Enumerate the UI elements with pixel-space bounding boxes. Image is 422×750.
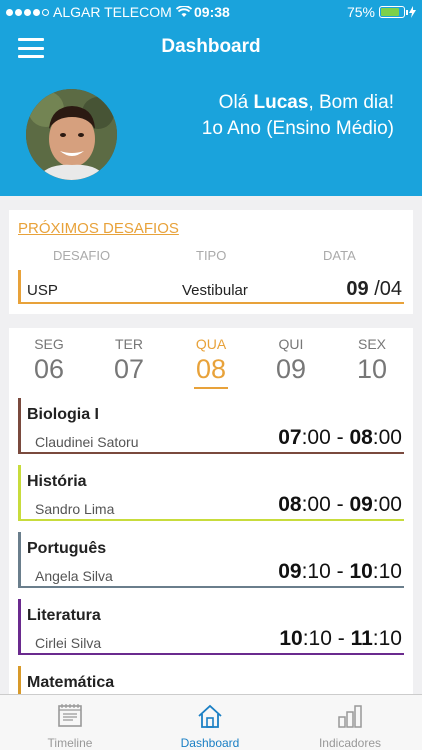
day-name: QUI [278,336,304,352]
end-minute: :00 [372,493,402,516]
end-minute: :10 [372,627,402,650]
time-separator: - [330,426,350,449]
schedule-card: SEG 06 TER 07 QUA 08 QUI 09 SEX 10 Biologia I… [9,328,413,728]
start-hour: 09 [278,560,302,583]
class-time: 09:10 - 10:10 [278,560,402,584]
class-teacher: Angela Silva [35,568,113,584]
end-hour: 11 [350,627,373,650]
weekday-selector: SEG 06 TER 07 QUA 08 QUI 09 SEX 10 [9,328,413,390]
day-name: TER [115,336,143,352]
day-qui[interactable]: QUI 09 [261,336,321,385]
day-number: 08 [194,354,228,389]
user-name: Lucas [253,92,309,113]
class-time: 07:00 - 08:00 [278,426,402,450]
tab-indicadores[interactable]: Indicadores [280,695,420,750]
time-separator: - [330,560,350,583]
class-subject: Biologia I [27,406,99,423]
day-number: 09 [275,354,307,384]
signal-icon [6,8,49,16]
start-minute: :00 [301,426,331,449]
day-sex[interactable]: SEX 10 [342,336,402,385]
tab-label: Indicadores [318,736,382,750]
class-item[interactable]: Biologia I Claudinei Satoru 07:00 - 08:0… [18,398,404,454]
battery-icon [379,6,408,18]
column-challenge: DESAFIO [53,248,111,263]
challenge-date: 09 /04 [346,278,402,301]
status-bar: ALGAR TELECOM 09:38 75% [0,0,422,24]
end-minute: :00 [372,426,402,449]
start-minute: :00 [301,493,331,516]
class-teacher: Cirlei Silva [35,635,102,651]
class-subject: Matemática [27,674,115,691]
day-number: 06 [33,354,65,384]
time-separator: - [331,627,351,650]
column-date: DATA [323,248,356,263]
charging-icon [409,6,416,18]
class-time: 08:00 - 09:00 [278,493,402,517]
class-teacher: Sandro Lima [35,501,115,517]
end-minute: :10 [372,560,402,583]
time-separator: - [330,493,350,516]
day-seg[interactable]: SEG 06 [19,336,79,385]
day-name: SEX [357,336,386,352]
class-subject: Literatura [27,607,101,624]
class-item[interactable]: História Sandro Lima 08:00 - 09:00 [18,465,404,521]
day-name: QUA [195,336,227,352]
start-minute: :10 [302,627,332,650]
class-item[interactable]: Português Angela Silva 09:10 - 10:10 [18,532,404,588]
tab-dashboard[interactable]: Dashboard [140,695,280,750]
class-item[interactable]: Literatura Cirlei Silva 10:10 - 11:10 [18,599,404,655]
avatar[interactable] [26,89,117,180]
app-header: ALGAR TELECOM 09:38 75% Dashboard Olá Lu… [0,0,422,196]
class-info: 1o Ano (Ensino Médio) [201,118,394,139]
end-hour: 08 [349,426,373,449]
start-hour: 08 [278,493,302,516]
tab-label: Dashboard [180,736,240,750]
home-icon [198,704,222,728]
end-hour: 09 [349,493,373,516]
challenges-title[interactable]: PRÓXIMOS DESAFIOS [18,220,179,237]
challenge-name: USP [27,282,58,299]
class-subject: História [27,473,87,490]
challenges-card: PRÓXIMOS DESAFIOS DESAFIO TIPO DATA USP … [9,210,413,314]
tab-label: Timeline [47,736,93,750]
greeting-line: Olá Lucas, Bom dia! [202,90,394,116]
day-number: 10 [356,354,388,384]
class-subject: Português [27,540,107,557]
day-name: SEG [34,336,64,352]
status-time: 09:38 [194,4,230,20]
challenge-row[interactable]: USP Vestibular 09 /04 [18,270,404,304]
greeting-prefix: Olá [218,92,254,113]
greeting-suffix: , Bom dia! [308,92,394,113]
challenge-type: Vestibular [182,282,248,299]
wifi-icon [175,6,192,17]
start-minute: :10 [301,560,331,583]
carrier-label: ALGAR TELECOM [53,4,172,20]
class-time: 10:10 - 11:10 [279,627,402,651]
timeline-icon [58,704,82,727]
class-teacher: Claudinei Satoru [35,434,139,450]
column-type: TIPO [196,248,227,263]
tab-bar: Timeline Dashboard Indicadores [0,694,422,750]
end-hour: 10 [349,560,373,583]
challenge-day: 09 [346,278,369,300]
page-title: Dashboard [161,36,261,57]
day-ter[interactable]: TER 07 [99,336,159,385]
challenge-month: /04 [368,278,402,300]
start-hour: 10 [279,627,303,650]
start-hour: 07 [278,426,302,449]
tab-timeline[interactable]: Timeline [0,695,140,750]
day-qua[interactable]: QUA 08 [181,336,241,389]
battery-percent: 75% [346,4,375,20]
day-number: 07 [113,354,145,384]
bar-chart-icon [338,705,362,728]
greeting: Olá Lucas, Bom dia! 1o Ano (Ensino Médio… [202,90,394,142]
